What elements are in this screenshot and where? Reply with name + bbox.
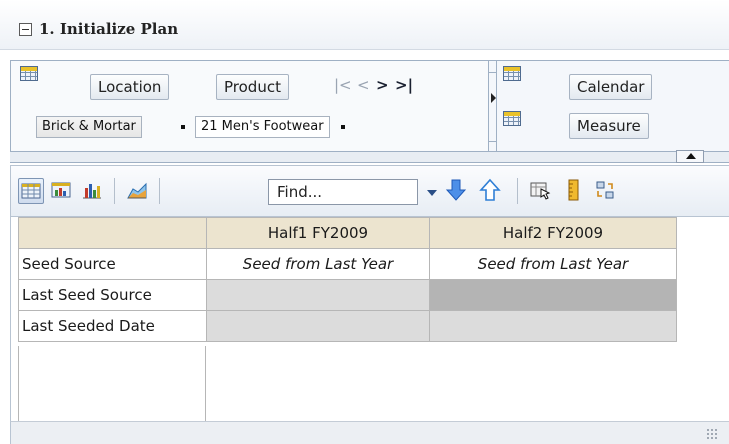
toolbar-separator — [517, 178, 518, 204]
bar-chart-icon[interactable] — [80, 178, 106, 204]
area-chart-icon[interactable] — [125, 178, 151, 204]
product-button[interactable]: Product — [216, 74, 289, 100]
table-icon — [503, 111, 521, 126]
next-page-icon[interactable]: > — [376, 75, 389, 95]
swap-axes-icon[interactable] — [593, 178, 619, 204]
prev-page-icon[interactable]: < — [357, 75, 370, 95]
location-button[interactable]: Location — [90, 74, 170, 100]
table-icon — [20, 66, 38, 81]
collapse-toggle[interactable] — [19, 23, 32, 36]
location-handle-icon[interactable] — [181, 125, 185, 129]
grid-cell[interactable] — [206, 279, 430, 311]
column-header-half2[interactable]: Half2 FY2009 — [429, 217, 677, 249]
divider — [496, 61, 497, 151]
select-cells-icon[interactable] — [528, 178, 554, 204]
move-up-icon[interactable] — [478, 178, 504, 204]
panel-header: 1. Initialize Plan — [0, 0, 729, 50]
grid-empty-area — [18, 346, 676, 423]
grid-cell[interactable]: Seed from Last Year — [206, 248, 430, 280]
chart-table-icon[interactable] — [49, 178, 75, 204]
expand-arrow-icon[interactable] — [491, 93, 496, 103]
status-footer — [10, 421, 729, 444]
first-page-icon[interactable]: |< — [334, 75, 352, 95]
column-header-half1[interactable]: Half1 FY2009 — [206, 217, 430, 249]
dimension-splitter[interactable] — [10, 152, 729, 163]
row-header-empty — [18, 346, 206, 423]
panel-title: 1. Initialize Plan — [39, 20, 179, 38]
move-down-icon[interactable] — [444, 178, 470, 204]
measure-button[interactable]: Measure — [569, 113, 649, 139]
resize-grip-icon[interactable] — [706, 428, 718, 440]
toolbar-separator — [114, 178, 115, 204]
grid-cell[interactable] — [206, 310, 430, 342]
table-view-icon[interactable] — [18, 178, 44, 204]
toolbar-separator — [159, 178, 160, 204]
grid-cell[interactable]: Seed from Last Year — [429, 248, 677, 280]
row-dimension-area: Location Product |< < > >| Brick & Morta… — [11, 61, 489, 151]
product-handle-icon[interactable] — [341, 125, 345, 129]
location-value-chip[interactable]: Brick & Mortar — [36, 116, 142, 138]
table-icon — [503, 66, 521, 81]
grid-cell[interactable] — [429, 279, 677, 311]
row-header-last-seed-source[interactable]: Last Seed Source — [18, 279, 207, 311]
data-grid: Half1 FY2009 Half2 FY2009 Seed Source Se… — [10, 217, 729, 444]
last-page-icon[interactable]: >| — [395, 75, 413, 95]
row-header-seed-source[interactable]: Seed Source — [18, 248, 207, 280]
find-dropdown-icon[interactable] — [427, 190, 437, 196]
divider — [489, 141, 497, 142]
calendar-button[interactable]: Calendar — [569, 74, 653, 100]
grid-cell[interactable] — [429, 310, 677, 342]
toolbar — [10, 165, 729, 217]
grid-corner — [18, 217, 207, 249]
find-input[interactable] — [268, 179, 418, 205]
collapse-up-icon[interactable] — [676, 150, 704, 163]
dimension-area: Location Product |< < > >| Brick & Morta… — [10, 60, 729, 152]
ruler-icon[interactable] — [561, 178, 587, 204]
grid-table: Half1 FY2009 Half2 FY2009 Seed Source Se… — [18, 217, 677, 342]
product-value-chip[interactable]: 21 Men's Footwear — [195, 116, 330, 138]
row-header-last-seeded-date[interactable]: Last Seeded Date — [18, 310, 207, 342]
